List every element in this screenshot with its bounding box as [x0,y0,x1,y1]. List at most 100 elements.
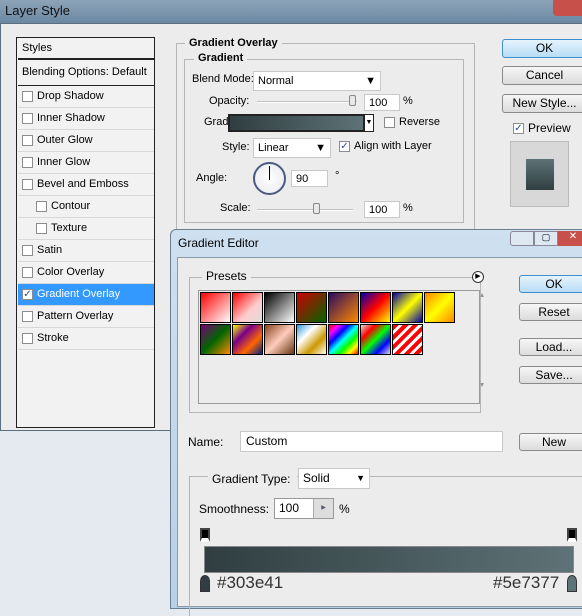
name-label: Name: [188,435,224,449]
ge-ok-button[interactable]: OK [519,275,582,293]
maximize-button[interactable]: ▢ [534,231,558,246]
style-item[interactable]: Outer Glow [18,130,154,152]
preset-swatch[interactable] [296,292,327,323]
opacity-label: Opacity: [209,95,250,107]
blend-mode-label: Blend Mode: [192,73,254,85]
presets-scrollbar[interactable]: ▲ ▼ [475,291,489,403]
style-item[interactable]: Pattern Overlay [18,306,154,328]
style-item[interactable]: Bevel and Emboss [18,174,154,196]
scale-label: Scale: [220,202,251,214]
opacity-slider[interactable] [257,101,357,103]
blend-mode-select[interactable]: Normal ▼ [253,71,381,91]
scale-input[interactable]: 100 [364,201,400,218]
preset-swatch[interactable] [392,324,423,355]
preset-swatch[interactable] [424,292,455,323]
style-checkbox[interactable] [22,156,33,168]
opacity-input[interactable]: 100 [364,94,400,111]
style-label: Style: [222,141,250,153]
preset-swatch[interactable] [232,292,263,323]
smoothness-arrow-button[interactable]: ▶ [313,499,333,518]
style-item[interactable]: Color Overlay [18,262,154,284]
style-checkbox[interactable] [36,222,47,234]
subsection-title: Gradient [194,52,248,64]
save-button[interactable]: Save... [519,366,582,384]
cancel-button[interactable]: Cancel [502,66,582,85]
preset-swatch[interactable] [360,292,391,323]
new-style-button[interactable]: New Style... [502,94,582,113]
angle-dial[interactable] [253,162,286,195]
reset-button[interactable]: Reset [519,303,582,321]
style-checkbox[interactable] [22,244,33,256]
style-checkbox[interactable] [22,266,33,278]
opacity-stop-right[interactable] [567,528,577,542]
preset-swatch[interactable] [264,324,295,355]
gradient-bar[interactable] [204,546,574,573]
new-button[interactable]: New [519,433,582,451]
blending-options[interactable]: Blending Options: Default [18,62,154,86]
style-item[interactable]: Inner Shadow [18,108,154,130]
gradient-type-label: Gradient Type: [208,472,297,486]
style-item[interactable]: Texture [18,218,154,240]
style-item[interactable]: ✓ Gradient Overlay [18,284,154,306]
style-item[interactable]: Inner Glow [18,152,154,174]
style-item-label: Drop Shadow [37,90,104,102]
style-select[interactable]: Linear ▼ [253,138,331,158]
preview-thumbnail [526,159,554,190]
preset-swatch[interactable] [392,292,423,323]
style-item-label: Bevel and Emboss [37,178,129,190]
style-item[interactable]: Contour [18,196,154,218]
align-label: Align with Layer [354,140,432,152]
preview-checkbox[interactable]: ✓ Preview [513,121,571,135]
color-stop-right[interactable] [567,575,577,592]
opacity-slider-thumb[interactable] [349,95,356,106]
smoothness-label: Smoothness: [199,502,270,516]
preset-swatch[interactable] [264,292,295,323]
preset-swatch[interactable] [296,324,327,355]
style-checkbox[interactable] [22,112,33,124]
preset-swatch[interactable] [232,324,263,355]
color-stop-left[interactable] [200,575,210,592]
align-check-box[interactable]: ✓ [339,140,350,152]
gradient-picker[interactable] [228,114,365,132]
layer-style-titlebar[interactable]: Layer Style [0,0,582,23]
reverse-check-box[interactable] [384,116,395,128]
close-button[interactable] [553,0,582,16]
style-item[interactable]: Satin [18,240,154,262]
gradient-dropdown-button[interactable]: ▼ [364,114,374,132]
style-checkbox[interactable] [22,310,33,322]
style-checkbox[interactable] [22,90,33,102]
preview-label: Preview [528,121,571,135]
style-item[interactable]: Drop Shadow [18,86,154,108]
preset-swatch[interactable] [360,324,391,355]
style-item[interactable]: Stroke [18,328,154,350]
scale-slider-thumb[interactable] [313,203,320,214]
gradient-type-select[interactable]: Solid ▼ [298,468,370,489]
angle-input[interactable]: 90 [291,170,328,187]
presets-menu-icon[interactable]: ▶ [472,271,484,283]
load-button[interactable]: Load... [519,338,582,356]
style-checkbox[interactable]: ✓ [22,288,33,300]
style-checkbox[interactable] [22,332,33,344]
name-input[interactable]: Custom [240,431,503,452]
style-checkbox[interactable] [36,200,47,212]
scale-slider[interactable] [257,209,353,211]
styles-header[interactable]: Styles [18,38,154,60]
smoothness-unit: % [339,502,350,516]
blend-mode-value: Normal [258,75,294,87]
style-checkbox[interactable] [22,178,33,190]
minimize-button[interactable] [510,231,534,246]
align-with-layer-checkbox[interactable]: ✓ Align with Layer [339,140,432,152]
style-checkbox[interactable] [22,134,33,146]
angle-unit: ° [335,170,340,182]
preset-swatch[interactable] [200,292,231,323]
close-button[interactable]: ✕ [558,231,582,246]
ok-button[interactable]: OK [502,39,582,58]
preset-swatch[interactable] [200,324,231,355]
opacity-stop-left[interactable] [200,528,210,542]
style-item-label: Color Overlay [37,266,105,278]
preset-swatch[interactable] [328,292,359,323]
reverse-checkbox[interactable]: Reverse [384,116,440,128]
smoothness-input[interactable]: 100 ▶ [274,498,334,519]
preset-swatch[interactable] [328,324,359,355]
preview-check-box[interactable]: ✓ [513,123,524,135]
